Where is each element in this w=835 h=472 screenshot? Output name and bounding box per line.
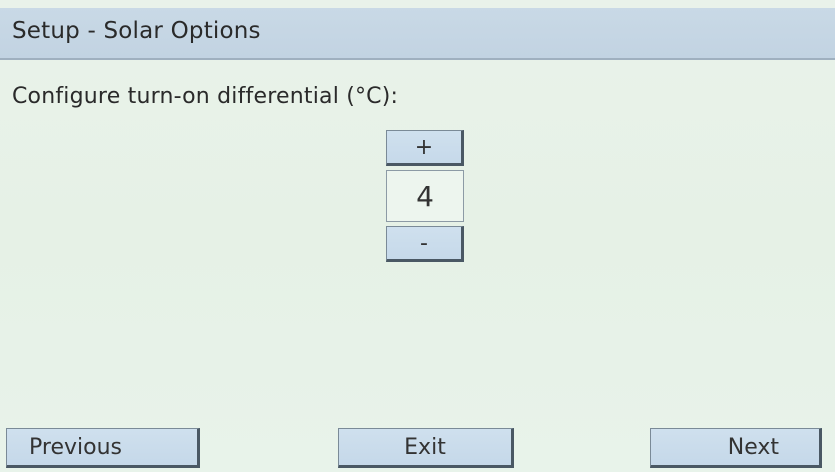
decrement-button[interactable]: - xyxy=(386,226,464,262)
previous-button[interactable]: Previous xyxy=(6,428,200,468)
screen: Setup - Solar Options Configure turn-on … xyxy=(0,0,835,472)
exit-button[interactable]: Exit xyxy=(338,428,514,468)
next-button[interactable]: Next xyxy=(650,428,822,468)
differential-stepper: + 4 - xyxy=(386,130,464,262)
increment-button[interactable]: + xyxy=(386,130,464,166)
setting-prompt: Configure turn-on differential (°C): xyxy=(12,84,399,109)
title-bar: Setup - Solar Options xyxy=(0,8,835,60)
differential-value: 4 xyxy=(386,170,464,222)
page-title: Setup - Solar Options xyxy=(12,18,261,44)
